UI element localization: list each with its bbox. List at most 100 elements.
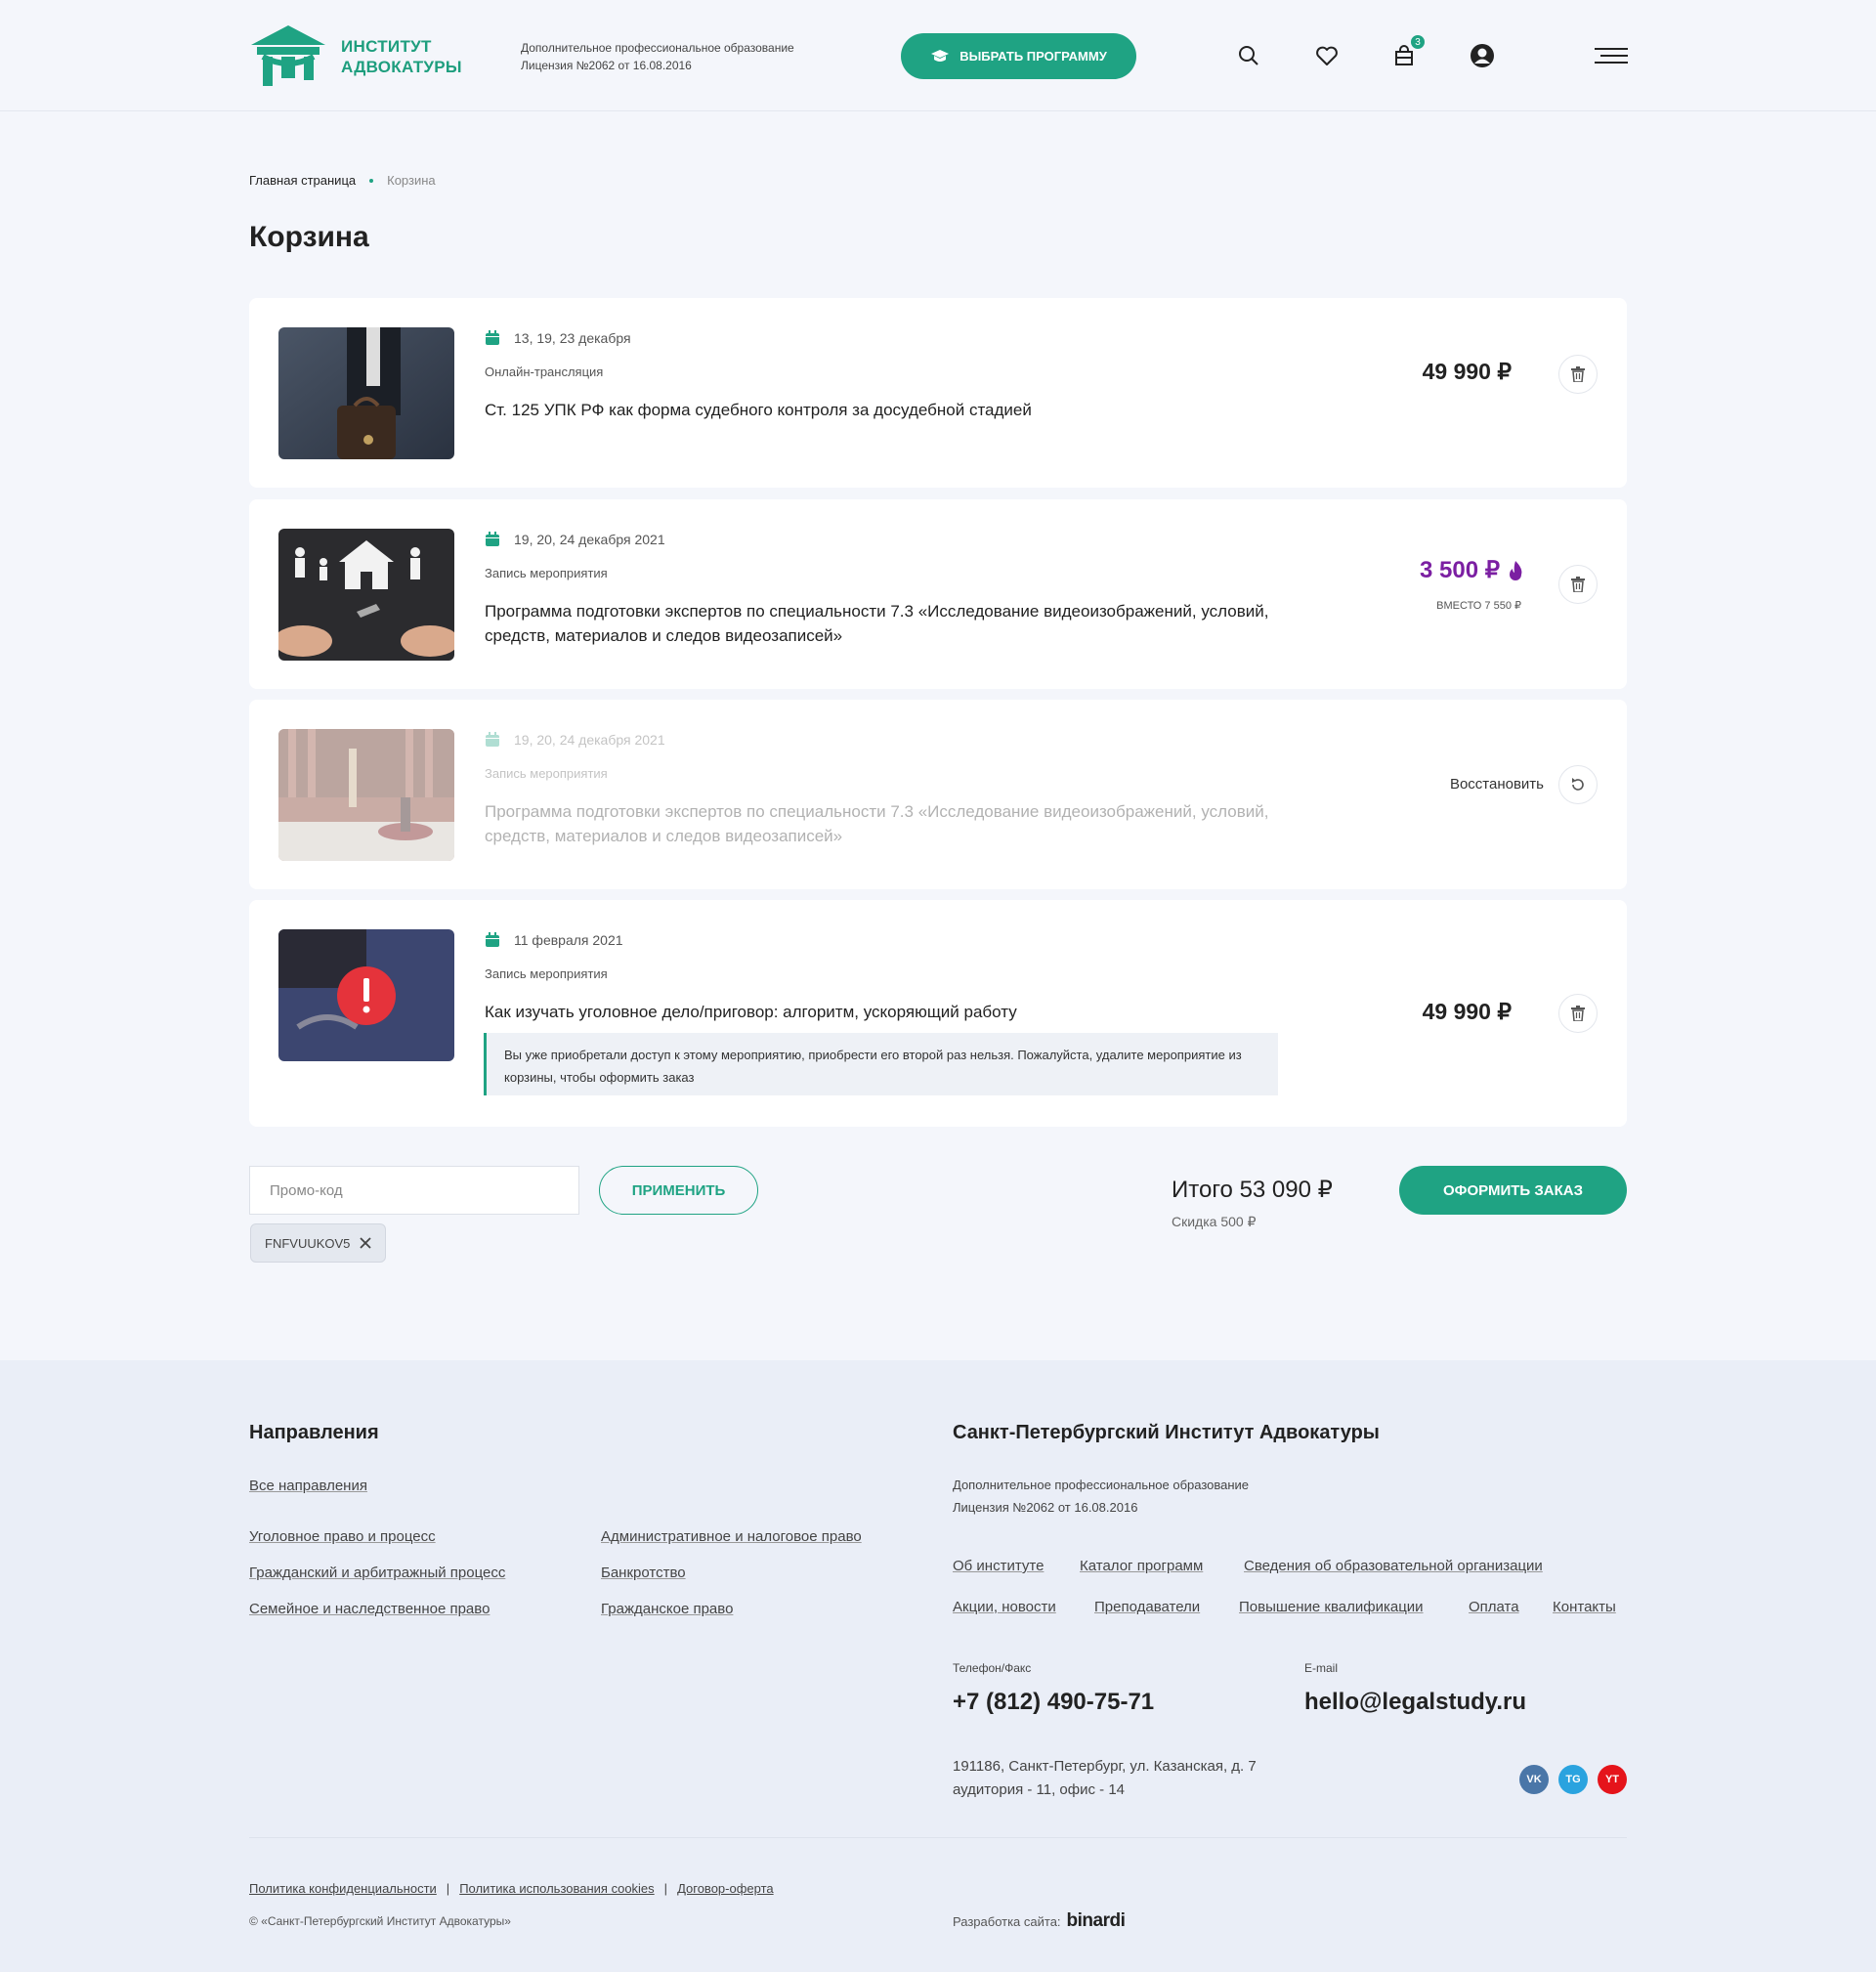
- footer-direction-link[interactable]: Гражданское право: [601, 1601, 733, 1617]
- choose-program-button[interactable]: ВЫБРАТЬ ПРОГРАММУ: [901, 33, 1136, 79]
- footer-email[interactable]: hello@legalstudy.ru: [1304, 1689, 1526, 1716]
- calendar-icon: [486, 330, 499, 345]
- delete-item-button[interactable]: [1558, 355, 1598, 394]
- cart-item-price: 49 990 ₽: [1422, 999, 1512, 1024]
- footer-address-line-1: 191186, Санкт-Петербург, ул. Казанская, …: [953, 1758, 1257, 1775]
- cart-item-sale-price: 3 500 ₽: [1420, 556, 1523, 584]
- checkout-button[interactable]: ОФОРМИТЬ ЗАКАЗ: [1399, 1166, 1627, 1215]
- calendar-icon: [486, 532, 499, 546]
- cart-item-date-text: 13, 19, 23 декабря: [514, 330, 631, 346]
- footer-link-all-directions[interactable]: Все направления: [249, 1478, 367, 1494]
- trash-icon: [1571, 577, 1585, 592]
- cart-item-title[interactable]: Программа подготовки экспертов по специа…: [485, 599, 1296, 648]
- footer-nav-link[interactable]: Каталог программ: [1080, 1558, 1203, 1574]
- telegram-icon[interactable]: TG: [1558, 1765, 1588, 1794]
- site-header: ИНСТИТУТ АДВОКАТУРЫ Дополнительное профе…: [0, 0, 1876, 111]
- policy-separator: |: [446, 1881, 450, 1896]
- footer-developer: Разработка сайта: binardi: [953, 1910, 1126, 1932]
- flame-icon: [1510, 560, 1522, 580]
- cart-item-type: Запись мероприятия: [485, 766, 608, 781]
- restore-item-button[interactable]: [1558, 765, 1598, 804]
- footer-address: 191186, Санкт-Петербург, ул. Казанская, …: [953, 1755, 1257, 1802]
- restore-arrow-icon: [1572, 778, 1584, 791]
- cart-item-title: Программа подготовки экспертов по специа…: [485, 802, 1269, 845]
- footer-license-line-2: Лицензия №2062 от 16.08.2016: [953, 1500, 1138, 1515]
- applied-promo-code: FNFVUUKOV5: [265, 1235, 351, 1251]
- footer-nav-link[interactable]: Оплата: [1469, 1599, 1519, 1615]
- privacy-policy-link[interactable]: Политика конфиденциальности: [249, 1881, 437, 1896]
- cart-item-image[interactable]: [278, 327, 454, 459]
- developer-label: Разработка сайта:: [953, 1913, 1061, 1929]
- footer-direction-link[interactable]: Административное и налоговое право: [601, 1528, 862, 1545]
- calendar-icon: [486, 932, 499, 947]
- footer-divider: [249, 1837, 1627, 1838]
- cart-item: 11 февраля 2021 Запись мероприятия Как и…: [249, 900, 1627, 1127]
- favorites-heart-icon[interactable]: [1314, 43, 1340, 68]
- institute-logo-icon: [251, 25, 325, 86]
- order-discount: Скидка 500 ₽: [1172, 1214, 1257, 1229]
- logo-text: ИНСТИТУТ АДВОКАТУРЫ: [341, 36, 462, 77]
- footer-institute-title: Санкт-Петербургский Институт Адвокатуры: [953, 1422, 1380, 1443]
- cart-item-date-text: 19, 20, 24 декабря 2021: [514, 532, 665, 547]
- footer-direction-link[interactable]: Семейное и наследственное право: [249, 1601, 490, 1617]
- graduation-cap-icon: [931, 49, 950, 62]
- order-total: Итого 53 090 ₽: [1172, 1177, 1333, 1203]
- offer-agreement-link[interactable]: Договор-оферта: [677, 1881, 774, 1896]
- delete-item-button[interactable]: [1558, 565, 1598, 604]
- developer-name-link[interactable]: binardi: [1067, 1910, 1126, 1932]
- trash-icon: [1571, 366, 1585, 382]
- delete-item-button[interactable]: [1558, 994, 1598, 1033]
- footer-nav-link[interactable]: Сведения об образовательной организации: [1244, 1558, 1543, 1574]
- footer-phone-label: Телефон/Факс: [953, 1661, 1032, 1675]
- header-license: Дополнительное профессиональное образова…: [521, 39, 794, 74]
- cart-item-type: Онлайн-трансляция: [485, 364, 604, 379]
- cart-item-removed: 19, 20, 24 декабря 2021 Запись мероприят…: [249, 700, 1627, 889]
- breadcrumb-home-link[interactable]: Главная страница: [249, 173, 356, 188]
- search-icon[interactable]: [1236, 43, 1261, 68]
- footer-nav-link[interactable]: Об институте: [953, 1558, 1044, 1574]
- footer-email-label: E-mail: [1304, 1661, 1339, 1675]
- restore-label[interactable]: Восстановить: [1450, 776, 1544, 793]
- calendar-icon: [486, 732, 499, 747]
- close-icon[interactable]: [360, 1237, 372, 1249]
- license-line-2: Лицензия №2062 от 16.08.2016: [521, 59, 692, 72]
- cart-item-image[interactable]: [278, 529, 454, 661]
- cart-item: 19, 20, 24 декабря 2021 Запись мероприят…: [249, 499, 1627, 689]
- menu-hamburger-icon[interactable]: [1595, 43, 1628, 68]
- logo-line-1: ИНСТИТУТ: [341, 37, 432, 56]
- footer-direction-link[interactable]: Уголовное право и процесс: [249, 1528, 436, 1545]
- cart-item-image[interactable]: [278, 929, 454, 1061]
- cart-item-date: 11 февраля 2021: [485, 932, 623, 948]
- footer-nav-link[interactable]: Преподаватели: [1094, 1599, 1200, 1615]
- vk-icon[interactable]: VK: [1519, 1765, 1549, 1794]
- apply-promo-button[interactable]: ПРИМЕНИТЬ: [599, 1166, 758, 1215]
- cart-item: 13, 19, 23 декабря Онлайн-трансляция Ст.…: [249, 298, 1627, 488]
- footer-nav-link[interactable]: Акции, новости: [953, 1599, 1056, 1615]
- breadcrumb: Главная страница Корзина: [249, 173, 436, 188]
- footer-nav-link[interactable]: Контакты: [1553, 1599, 1616, 1615]
- footer-license-line-1: Дополнительное профессиональное образова…: [953, 1478, 1250, 1492]
- cart-item-title[interactable]: Как изучать уголовное дело/приговор: алг…: [485, 1000, 1296, 1024]
- cart-item-old-price: ВМЕСТО 7 550 ₽: [1436, 600, 1521, 612]
- cart-item-type: Запись мероприятия: [485, 966, 608, 981]
- cart-item-date: 13, 19, 23 декабря: [485, 330, 631, 346]
- cookies-policy-link[interactable]: Политика использования cookies: [459, 1881, 654, 1896]
- footer-nav-link[interactable]: Повышение квалификации: [1239, 1599, 1424, 1615]
- footer-phone[interactable]: +7 (812) 490-75-71: [953, 1689, 1154, 1716]
- cart-item-title[interactable]: Ст. 125 УПК РФ как форма судебного контр…: [485, 398, 1296, 422]
- footer-direction-link[interactable]: Гражданский и арбитражный процесс: [249, 1565, 505, 1581]
- promo-code-input[interactable]: [249, 1166, 579, 1215]
- footer-direction-link[interactable]: Банкротство: [601, 1565, 686, 1581]
- user-profile-icon[interactable]: [1470, 43, 1495, 68]
- breadcrumb-separator: [369, 178, 374, 183]
- cart-item-date-text: 19, 20, 24 декабря 2021: [514, 732, 665, 748]
- footer-license: Дополнительное профессиональное образова…: [953, 1474, 1249, 1519]
- cart-item-image: [278, 729, 454, 861]
- footer-copyright: © «Санкт-Петербургский Институт Адвокату…: [249, 1914, 511, 1928]
- footer-policy-links: Политика конфиденциальности | Политика и…: [249, 1881, 774, 1896]
- youtube-icon[interactable]: YT: [1598, 1765, 1627, 1794]
- sale-price-value: 3 500 ₽: [1420, 557, 1500, 583]
- cart-icon[interactable]: 3: [1391, 33, 1427, 68]
- logo[interactable]: ИНСТИТУТ АДВОКАТУРЫ: [249, 23, 462, 90]
- cart-item-type: Запись мероприятия: [485, 566, 608, 580]
